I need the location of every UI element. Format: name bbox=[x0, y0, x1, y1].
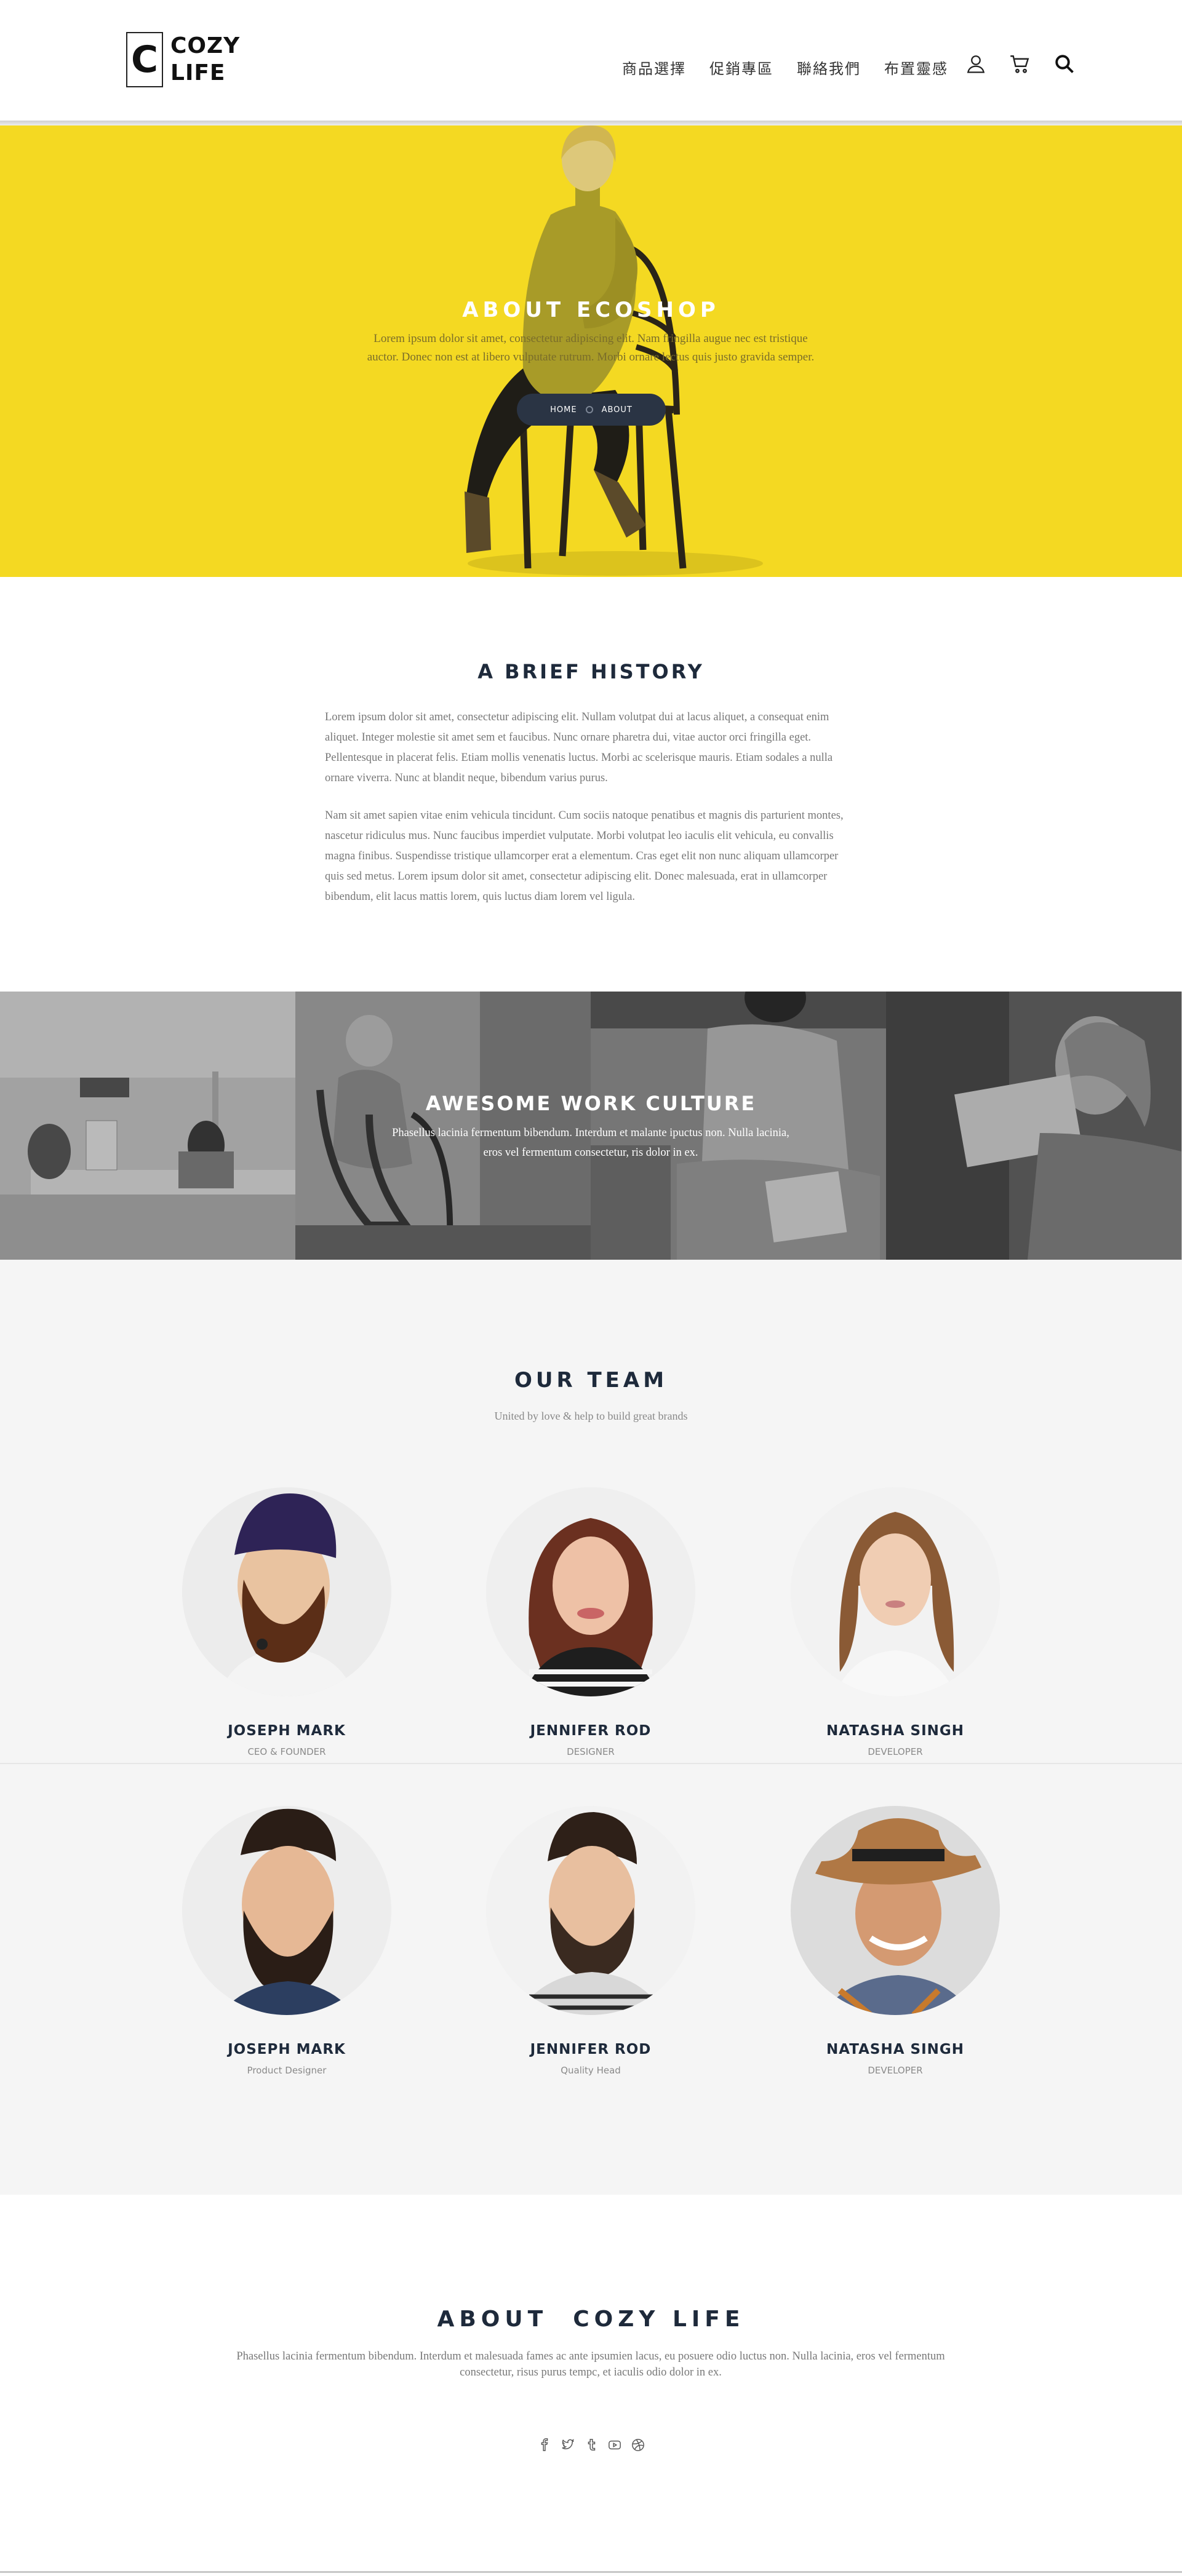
facebook-icon[interactable] bbox=[538, 2438, 551, 2452]
history-title: A BRIEF HISTORY bbox=[477, 660, 705, 683]
team-member[interactable]: JENNIFER ROD Quality Head bbox=[486, 1806, 695, 2076]
avatar bbox=[791, 1487, 1000, 1696]
dribbble-icon[interactable] bbox=[631, 2438, 645, 2452]
avatar bbox=[486, 1806, 695, 2015]
member-name: JENNIFER ROD bbox=[530, 1723, 652, 1739]
tumblr-icon[interactable] bbox=[585, 2438, 598, 2452]
main-nav: 商品選擇 促銷專區 聯絡我們 布置靈感 bbox=[622, 57, 948, 78]
hero-title: ABOUT ECOSHOP bbox=[462, 298, 720, 322]
member-name: JOSEPH MARK bbox=[228, 1723, 346, 1739]
user-icon[interactable] bbox=[965, 53, 987, 75]
logo-line-1: COZY bbox=[170, 33, 241, 58]
breadcrumb-current: ABOUT bbox=[601, 405, 633, 415]
history-paragraph-1: Lorem ipsum dolor sit amet, consectetur … bbox=[325, 711, 833, 784]
footer-divider bbox=[0, 2571, 1182, 2573]
breadcrumb: HOME ABOUT bbox=[517, 394, 666, 426]
site-header: C COZY LIFE 商品選擇 促銷專區 聯絡我們 布置靈感 bbox=[0, 0, 1182, 123]
member-role: Quality Head bbox=[561, 2065, 621, 2076]
team-row-divider bbox=[0, 1763, 1182, 1764]
avatar bbox=[791, 1806, 1000, 2017]
twitter-icon[interactable] bbox=[561, 2438, 575, 2452]
breadcrumb-home[interactable]: HOME bbox=[550, 405, 577, 415]
member-name: JENNIFER ROD bbox=[530, 2041, 652, 2057]
team-member[interactable]: JENNIFER ROD DESIGNER bbox=[486, 1487, 695, 1757]
logo-wordmark: COZY LIFE bbox=[170, 33, 240, 87]
header-icons bbox=[965, 53, 1076, 75]
breadcrumb-separator-icon bbox=[585, 406, 593, 413]
header-divider bbox=[0, 121, 1182, 125]
brand-logo[interactable]: C COZY LIFE bbox=[126, 32, 240, 87]
member-role: DESIGNER bbox=[567, 1746, 615, 1757]
member-role: DEVELOPER bbox=[868, 1746, 923, 1757]
hero-subtitle: Lorem ipsum dolor sit amet, consectetur … bbox=[367, 332, 815, 364]
culture-subtitle: Phasellus lacinia fermentum bibendum. In… bbox=[392, 1127, 789, 1159]
avatar bbox=[182, 1487, 391, 1696]
team-subtitle: United by love & help to build great bra… bbox=[494, 1410, 688, 1422]
hero-banner: ABOUT ECOSHOP Lorem ipsum dolor sit amet… bbox=[0, 125, 1182, 577]
logo-line-2: LIFE bbox=[170, 60, 226, 85]
team-member[interactable]: NATASHA SINGH DEVELOPER bbox=[791, 1806, 1000, 2076]
member-role: DEVELOPER bbox=[868, 2065, 923, 2076]
nav-item-promotions[interactable]: 促銷專區 bbox=[709, 57, 773, 78]
youtube-icon[interactable] bbox=[608, 2438, 621, 2452]
avatar bbox=[182, 1806, 391, 2015]
team-title: OUR TEAM bbox=[514, 1368, 668, 1393]
history-paragraph-2: Nam sit amet sapien vitae enim vehicula … bbox=[325, 809, 844, 903]
cart-icon[interactable] bbox=[1009, 53, 1031, 75]
nav-item-products[interactable]: 商品選擇 bbox=[622, 57, 686, 78]
culture-title: AWESOME WORK CULTURE bbox=[425, 1092, 757, 1115]
member-role: CEO & FOUNDER bbox=[247, 1746, 326, 1757]
logo-mark: C bbox=[126, 32, 163, 87]
member-name: NATASHA SINGH bbox=[826, 1723, 965, 1739]
member-name: NATASHA SINGH bbox=[826, 2041, 965, 2057]
member-name: JOSEPH MARK bbox=[228, 2041, 346, 2057]
nav-item-inspiration[interactable]: 布置靈感 bbox=[884, 57, 948, 78]
team-member[interactable]: JOSEPH MARK CEO & FOUNDER bbox=[182, 1487, 391, 1757]
nav-item-contact[interactable]: 聯絡我們 bbox=[797, 57, 861, 78]
search-icon[interactable] bbox=[1053, 53, 1076, 75]
about-title: ABOUT COZY LIFE bbox=[437, 2307, 745, 2332]
about-subtitle: Phasellus lacinia fermentum bibendum. In… bbox=[236, 2350, 945, 2379]
member-role: Product Designer bbox=[247, 2065, 327, 2076]
social-links bbox=[0, 2438, 1182, 2452]
team-member[interactable]: JOSEPH MARK Product Designer bbox=[182, 1806, 391, 2076]
avatar bbox=[486, 1487, 695, 1696]
team-member[interactable]: NATASHA SINGH DEVELOPER bbox=[791, 1487, 1000, 1757]
